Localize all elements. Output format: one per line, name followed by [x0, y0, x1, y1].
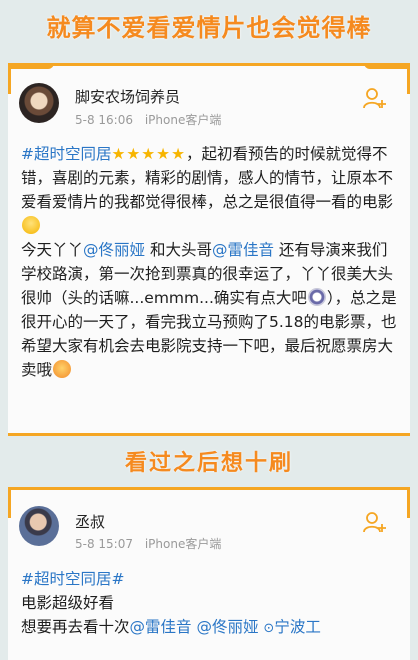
post-client: iPhone客户端 [144, 113, 222, 127]
weibo-post-card: 脚安农场饲养员 5-8 16:06 iPhone客户端 #超时空同居★★★★★，… [8, 63, 410, 436]
mention-link[interactable]: @佟丽娅 [83, 241, 145, 259]
card-edge-decoration [8, 433, 410, 436]
text-segment: 和大头哥 [145, 241, 212, 259]
hashtag-link[interactable]: #超时空同居 [21, 145, 112, 163]
username[interactable]: 丞叔 [75, 511, 105, 532]
post-client: iPhone客户端 [144, 537, 222, 551]
location-pin-icon: ⊙ [263, 621, 275, 636]
emoji-icon [307, 288, 326, 306]
mention-link[interactable]: @雷佳音 [212, 241, 274, 259]
emoji-icon [22, 216, 40, 234]
card-edge-decoration [8, 490, 11, 518]
post-time: 5-8 15:07 [75, 537, 133, 551]
text-segment: 今天丫丫 [21, 241, 84, 259]
card-edge-decoration [407, 66, 410, 94]
username[interactable]: 脚安农场饲养员 [75, 86, 180, 107]
location-link[interactable]: ⊙宁波工 [263, 618, 320, 636]
mention-link[interactable]: @佟丽娅 [196, 618, 258, 636]
text-segment: 想要再去看十次 [21, 618, 130, 636]
section-heading-mid: 看过之后想十刷 [124, 451, 293, 476]
post-meta: 5-8 15:07 iPhone客户端 [75, 535, 229, 552]
post-time: 5-8 16:06 [75, 113, 133, 127]
section-heading-top: 就算不爱看爱情片也会觉得棒 [46, 14, 372, 42]
post-text: #超时空同居# 电影超级好看 想要再去看十次@雷佳音 @佟丽娅 ⊙宁波工 [21, 567, 400, 641]
hashtag-link[interactable]: #超时空同居# [21, 570, 124, 588]
star-rating: ★★★★★ [111, 145, 186, 163]
post-meta: 5-8 16:06 iPhone客户端 [75, 111, 229, 128]
add-follow-icon[interactable] [362, 510, 388, 534]
card-corner-decoration [8, 63, 54, 69]
avatar[interactable] [19, 83, 59, 123]
card-edge-decoration [407, 490, 410, 518]
mention-link[interactable]: @雷佳音 [130, 618, 192, 636]
card-corner-decoration [364, 63, 410, 69]
avatar[interactable] [19, 506, 59, 546]
card-edge-decoration [8, 66, 11, 94]
emoji-icon [53, 360, 72, 378]
add-follow-icon[interactable] [362, 86, 388, 110]
text-segment: 电影超级好看 [21, 594, 115, 612]
post-text: #超时空同居★★★★★，起初看预告的时候就觉得不错，喜剧的元素，精彩的剧情，感人… [21, 142, 400, 382]
location-text: 宁波工 [274, 618, 321, 636]
weibo-post-card: 丞叔 5-8 15:07 iPhone客户端 #超时空同居# 电影超级好看 想要… [8, 487, 410, 660]
